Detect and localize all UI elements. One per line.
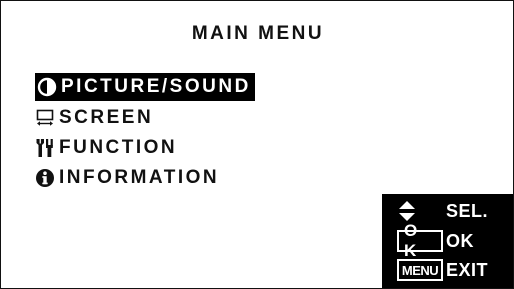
menu-title: MAIN MENU: [191, 23, 325, 44]
ok-key-cap: O K: [397, 221, 443, 260]
half-circle-contrast-icon: [37, 77, 57, 97]
key-guide-label: SEL.: [446, 200, 489, 221]
menu-item-label: PICTURE/SOUND: [61, 76, 251, 97]
key-guide-ok: O K OK: [382, 221, 513, 260]
menu-item-label: SCREEN: [59, 107, 154, 128]
tools-icon: [35, 138, 55, 158]
info-icon: [35, 168, 55, 188]
screen-resize-icon: [35, 108, 55, 128]
menu-item-label: FUNCTION: [59, 137, 178, 158]
key-guide-exit: MENU EXIT: [382, 256, 513, 284]
key-guide-select: SEL.: [382, 197, 513, 225]
menu-item-label: INFORMATION: [59, 167, 220, 188]
menu-key-cap: MENU: [397, 259, 443, 281]
osd-main-menu: MAIN MENU PICTURE/SOUND SCREEN FUNCTION …: [0, 0, 514, 289]
menu-item-picture-sound[interactable]: PICTURE/SOUND: [35, 73, 255, 101]
menu-item-screen[interactable]: SCREEN: [35, 104, 153, 132]
key-guide-label: EXIT: [446, 259, 489, 280]
key-guide-panel: SEL. O K OK MENU EXIT: [382, 194, 513, 288]
key-guide-label: OK: [446, 230, 474, 251]
menu-item-function[interactable]: FUNCTION: [35, 134, 177, 162]
menu-item-information[interactable]: INFORMATION: [35, 164, 219, 192]
